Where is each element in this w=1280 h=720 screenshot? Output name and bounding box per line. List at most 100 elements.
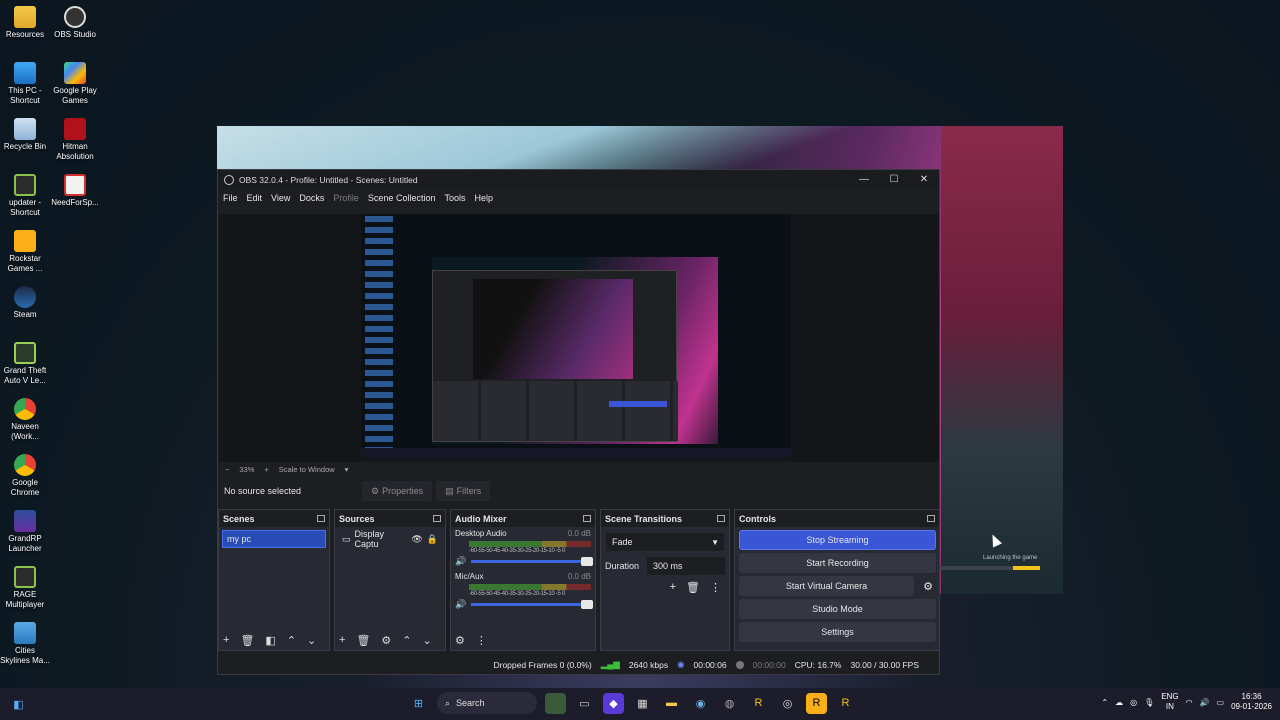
volume-slider-handle[interactable] bbox=[581, 557, 593, 566]
stop-streaming-button[interactable]: Stop Streaming bbox=[739, 530, 936, 550]
controls-dock: Controls Stop Streaming Start Recording … bbox=[734, 509, 940, 651]
desktop-icon-hitman[interactable]: Hitman Absolution bbox=[50, 118, 100, 162]
rockstar-taskbar-icon[interactable]: R bbox=[806, 692, 827, 714]
menu-help[interactable]: Help bbox=[474, 193, 493, 203]
clock[interactable]: 16:36 09-01-2026 bbox=[1231, 692, 1272, 712]
file-explorer-icon[interactable]: ▬ bbox=[661, 693, 682, 714]
start-virtual-camera-button[interactable]: Start Virtual Camera bbox=[739, 576, 914, 596]
desktop-icon-obs[interactable]: OBS Studio bbox=[50, 6, 100, 40]
remove-source-icon[interactable]: 🗑 bbox=[356, 634, 370, 647]
game-artwork bbox=[941, 126, 1063, 594]
maximize-button[interactable]: ☐ bbox=[879, 174, 909, 185]
duration-input[interactable]: 300 ms bbox=[647, 557, 725, 575]
source-item[interactable]: ▭ Display Captu 👁 🔒 bbox=[338, 529, 442, 549]
add-transition-icon[interactable]: + bbox=[670, 581, 676, 594]
wifi-icon[interactable]: ◠ bbox=[1186, 698, 1193, 707]
properties-button[interactable]: ⚙ Properties bbox=[362, 481, 433, 501]
preview-canvas[interactable] bbox=[219, 214, 939, 462]
scale-mode-label[interactable]: Scale to Window bbox=[279, 465, 335, 474]
speaker-icon[interactable]: 🔊 bbox=[455, 599, 466, 610]
close-button[interactable]: ✕ bbox=[909, 174, 939, 185]
language-indicator[interactable]: ENG IN bbox=[1161, 692, 1178, 712]
add-source-icon[interactable]: + bbox=[339, 634, 345, 646]
volume-slider[interactable] bbox=[471, 600, 593, 609]
source-properties-icon[interactable]: ⚙ bbox=[381, 634, 391, 647]
desktop-icon-steam[interactable]: Steam bbox=[0, 286, 50, 320]
network-cloud-icon[interactable]: ☁ bbox=[1115, 698, 1123, 707]
move-down-icon[interactable]: ⌄ bbox=[307, 634, 316, 647]
desktop-icon-resources[interactable]: Resources bbox=[0, 6, 50, 40]
battery-icon[interactable]: ▭ bbox=[1217, 698, 1225, 707]
desktop-icon-updater[interactable]: updater - Shortcut bbox=[0, 174, 50, 218]
desktop-icon-grandrp[interactable]: GrandRP Launcher bbox=[0, 510, 50, 554]
speaker-icon[interactable]: 🔊 bbox=[455, 556, 466, 567]
undock-icon[interactable] bbox=[317, 515, 325, 522]
taskbar: ◧ ⊞ ⌕ Search ▭ ◆ ▦ ▬ ◉ ◍ R ◎ R R ⌃ ☁ ◎ 🎙 … bbox=[0, 688, 1280, 720]
volume-slider-handle[interactable] bbox=[581, 600, 593, 609]
store-icon[interactable]: ▦ bbox=[632, 693, 653, 714]
transition-menu-icon[interactable]: ⋮ bbox=[710, 581, 721, 594]
menu-file[interactable]: File bbox=[223, 193, 238, 203]
desktop-icon-need-for-speed[interactable]: NeedForSp... bbox=[50, 174, 100, 208]
zoom-out-button[interactable]: − bbox=[225, 465, 229, 474]
undock-icon[interactable] bbox=[433, 515, 441, 522]
task-view-icon[interactable]: ▭ bbox=[574, 693, 595, 714]
start-icon[interactable]: ⊞ bbox=[408, 693, 429, 714]
visibility-eye-icon[interactable]: 👁 bbox=[411, 534, 422, 545]
volume-slider[interactable] bbox=[471, 557, 593, 566]
chevron-up-icon[interactable]: ⌃ bbox=[1101, 698, 1108, 707]
desktop-icon-gta-v[interactable]: Grand Theft Auto V Le... bbox=[0, 342, 50, 386]
undock-icon[interactable] bbox=[927, 515, 935, 522]
desktop-icon-rage-mp[interactable]: RAGE Multiplayer bbox=[0, 566, 50, 610]
virtual-camera-settings-icon[interactable]: ⚙ bbox=[917, 580, 939, 593]
copilot-icon[interactable]: ◆ bbox=[603, 692, 624, 714]
undock-icon[interactable] bbox=[717, 515, 725, 522]
menu-profile[interactable]: Profile bbox=[333, 193, 359, 203]
game-art-icon[interactable] bbox=[545, 692, 566, 714]
remove-scene-icon[interactable]: 🗑 bbox=[240, 634, 254, 647]
add-scene-icon[interactable]: + bbox=[223, 634, 229, 646]
scene-item[interactable]: my pc bbox=[222, 530, 326, 548]
menu-edit[interactable]: Edit bbox=[247, 193, 263, 203]
obs-taskbar-icon[interactable]: ◎ bbox=[777, 693, 798, 714]
mic-icon[interactable]: 🎙 bbox=[1144, 698, 1154, 707]
volume-icon[interactable]: 🔊 bbox=[1200, 698, 1210, 707]
desktop-icon-chrome-naveen[interactable]: Naveen (Work... bbox=[0, 398, 50, 442]
move-up-icon[interactable]: ⌃ bbox=[402, 634, 411, 647]
start-recording-button[interactable]: Start Recording bbox=[739, 553, 936, 573]
scene-filters-icon[interactable]: ◧ bbox=[265, 634, 275, 647]
steam-taskbar-icon[interactable]: ◉ bbox=[690, 693, 711, 714]
advanced-audio-icon[interactable]: ⚙ bbox=[455, 634, 465, 647]
desktop-icon-recycle-bin[interactable]: Recycle Bin bbox=[0, 118, 50, 152]
desktop-icon-google-play-games[interactable]: Google Play Games bbox=[50, 62, 100, 106]
studio-mode-button[interactable]: Studio Mode bbox=[739, 599, 936, 619]
controls-title: Controls bbox=[739, 513, 776, 524]
zoom-in-button[interactable]: + bbox=[264, 465, 268, 474]
move-up-icon[interactable]: ⌃ bbox=[287, 634, 296, 647]
desktop-icon-google-chrome[interactable]: Google Chrome bbox=[0, 454, 50, 498]
mixer-menu-icon[interactable]: ⋮ bbox=[476, 634, 487, 647]
search-box[interactable]: ⌕ Search bbox=[437, 692, 537, 714]
settings-button[interactable]: Settings bbox=[739, 622, 936, 642]
scale-mode-dropdown[interactable]: ▾ bbox=[345, 465, 349, 474]
desktop-icon-this-pc[interactable]: This PC - Shortcut bbox=[0, 62, 50, 106]
undock-icon[interactable] bbox=[583, 515, 591, 522]
lock-icon[interactable]: 🔒 bbox=[427, 534, 438, 545]
transition-select[interactable]: Fade ▼ bbox=[606, 533, 724, 551]
widgets-icon[interactable]: ◧ bbox=[8, 694, 29, 715]
rage-taskbar-icon[interactable]: R bbox=[748, 693, 769, 714]
desktop-icon-cities-skylines[interactable]: Cities Skylines Ma... bbox=[0, 622, 50, 666]
menu-scene-collection[interactable]: Scene Collection bbox=[368, 193, 436, 203]
gta-taskbar-icon[interactable]: ◍ bbox=[719, 693, 740, 714]
menu-view[interactable]: View bbox=[271, 193, 290, 203]
rage-mp-taskbar-icon[interactable]: R bbox=[835, 693, 856, 714]
chrome-icon bbox=[14, 454, 36, 476]
menu-docks[interactable]: Docks bbox=[299, 193, 324, 203]
menu-tools[interactable]: Tools bbox=[444, 193, 465, 203]
filters-button[interactable]: ▤ Filters bbox=[436, 481, 491, 501]
remove-transition-icon[interactable]: 🗑 bbox=[686, 581, 700, 594]
obs-tray-icon[interactable]: ◎ bbox=[1130, 698, 1137, 707]
move-down-icon[interactable]: ⌄ bbox=[423, 634, 432, 647]
desktop-icon-rockstar[interactable]: Rockstar Games ... bbox=[0, 230, 50, 274]
minimize-button[interactable]: — bbox=[849, 174, 879, 185]
